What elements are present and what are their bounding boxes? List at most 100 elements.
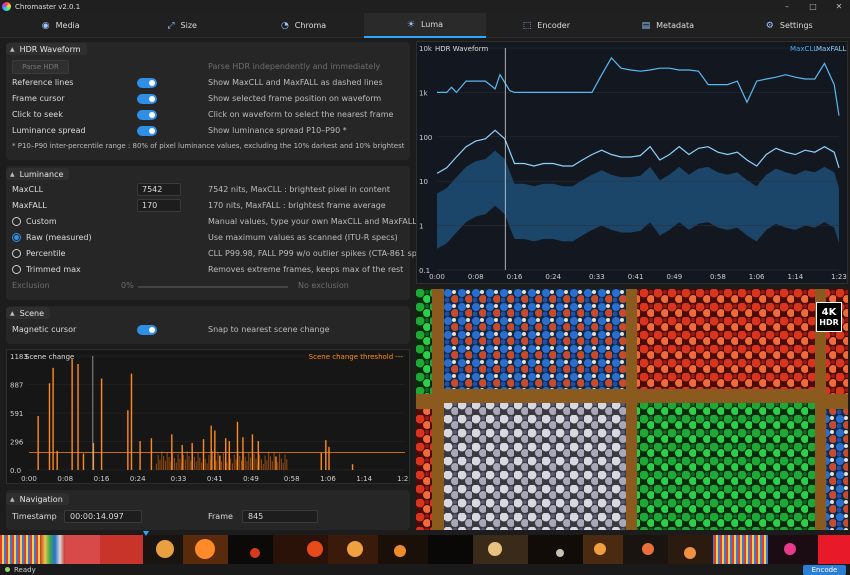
scene-header[interactable]: ▲ Scene	[6, 307, 51, 319]
y-tick-label: 100	[419, 134, 432, 142]
scene-bar-noise	[270, 456, 272, 470]
frame-cursor-label: Frame cursor	[12, 94, 65, 103]
tab-label: Settings	[779, 21, 813, 30]
x-tick-label: 1:23	[831, 273, 847, 281]
scene-bar	[71, 359, 73, 470]
scene-bar-noise	[273, 452, 275, 470]
percentile-desc: CLL P99.98, FALL P99 w/o outlier spikes …	[208, 249, 434, 258]
x-tick-label: 0:49	[666, 273, 682, 281]
reference-lines-desc: Show MaxCLL and MaxFALL as dashed lines	[208, 78, 383, 87]
hdr-waveform-header[interactable]: ▲ HDR Waveform	[6, 43, 87, 55]
frame-field[interactable]: 845	[242, 510, 318, 523]
hdr-waveform-plot[interactable]: 10k1k1001010.10:00 0:08 0:16 0:24 0:33 0:41 0:…	[417, 42, 847, 283]
x-tick-label: 0:24	[545, 273, 561, 281]
scene-bar-noise	[173, 457, 175, 470]
scene-bar	[251, 434, 254, 470]
scene-bar	[181, 444, 183, 470]
raw-measured-radio[interactable]	[12, 233, 21, 242]
scene-bar-noise	[161, 451, 163, 470]
luminance-spread-desc: Show luminance spread P10–P90 *	[208, 126, 347, 135]
magnetic-cursor-desc: Snap to nearest scene change	[208, 325, 330, 334]
scene-bar-noise	[253, 453, 255, 470]
scene-bar-noise	[204, 458, 206, 470]
scene-bar	[37, 416, 39, 470]
magnetic-cursor-toggle[interactable]	[137, 325, 157, 335]
maxfall-field[interactable]: 170	[137, 199, 181, 212]
frame-position-marker[interactable]	[143, 531, 149, 536]
scene-bar-noise	[268, 451, 270, 470]
luminance-header[interactable]: ▲ Luminance	[6, 168, 70, 180]
trimmed-max-desc: Removes extreme frames, keeps max of the…	[208, 265, 404, 274]
badge-4k: 4K	[821, 307, 837, 318]
maxcll-field[interactable]: 7542	[137, 183, 181, 196]
tab-label: Luma	[420, 20, 444, 29]
timestamp-field[interactable]: 00:00:14.097	[64, 510, 142, 523]
tab-encoder[interactable]: ⬚ Encoder	[486, 13, 607, 38]
legend-maxfall: MaxFALL	[816, 45, 847, 53]
parse-hdr-desc: Parse HDR independently and immediately	[208, 62, 381, 71]
status-text: Ready	[14, 565, 36, 574]
scene-bar-noise	[235, 459, 237, 470]
y-tick-label: 1	[419, 223, 423, 231]
tab-media[interactable]: ◉ Media	[0, 13, 121, 38]
x-tick-label: 1:14	[788, 273, 804, 281]
trimmed-max-radio[interactable]	[12, 265, 21, 274]
x-tick-label: 0:41	[207, 475, 223, 483]
custom-radio[interactable]	[12, 217, 21, 226]
tab-metadata[interactable]: ▤ Metadata	[607, 13, 728, 38]
tab-bar: ◉ Media ⤢ Size ◔ Chroma ☀ Luma ⬚ Encoder ▤ Met…	[0, 13, 850, 38]
scene-bar	[325, 440, 327, 470]
scene-bar-noise	[197, 453, 199, 470]
y-tick-label: 296	[10, 438, 24, 446]
filmstrip-thumbnails	[0, 535, 850, 564]
encode-button[interactable]: Encode	[803, 565, 846, 575]
x-tick-label: 1:06	[320, 475, 336, 483]
section-title: HDR Waveform	[19, 44, 81, 54]
tab-label: Chroma	[294, 21, 327, 30]
navigation-header[interactable]: ▲ Navigation	[6, 493, 69, 505]
settings-icon: ⚙	[765, 20, 774, 31]
section-title: Luminance	[19, 169, 64, 179]
scene-bar-noise	[175, 462, 177, 470]
tab-luma[interactable]: ☀ Luma	[364, 13, 486, 38]
tab-settings[interactable]: ⚙ Settings	[729, 13, 850, 38]
scene-bar-noise	[215, 460, 217, 470]
x-tick-label: 0:33	[589, 273, 605, 281]
percentile-radio[interactable]	[12, 249, 21, 258]
scene-bar-noise	[183, 454, 185, 470]
scene-bar-noise	[282, 463, 284, 470]
parse-hdr-button[interactable]: Parse HDR	[12, 60, 69, 74]
x-tick-label: 0:00	[21, 475, 37, 483]
minimize-icon[interactable]: –	[778, 0, 796, 13]
reference-lines-toggle[interactable]	[137, 78, 157, 88]
click-to-seek-toggle[interactable]	[137, 110, 157, 120]
status-indicator-icon	[5, 567, 10, 572]
scene-bar-noise	[177, 454, 179, 470]
tab-size[interactable]: ⤢ Size	[121, 13, 242, 38]
scene-bar-noise	[201, 462, 203, 470]
maxfall-desc: 170 nits, MaxFALL : brightest frame aver…	[208, 201, 386, 210]
scene-bar-noise	[221, 461, 223, 470]
scene-bar-noise	[239, 455, 241, 470]
frame-cursor-toggle[interactable]	[137, 94, 157, 104]
maximize-icon[interactable]: □	[804, 0, 822, 13]
metadata-icon: ▤	[641, 20, 651, 31]
exclusion-slider[interactable]	[138, 286, 288, 288]
collapse-icon: ▲	[10, 495, 15, 503]
legend-maxcll: MaxCLL	[790, 45, 817, 53]
tab-chroma[interactable]: ◔ Chroma	[243, 13, 364, 38]
scene-bar-noise	[186, 451, 188, 470]
percentile-label: Percentile	[26, 249, 66, 258]
filmstrip[interactable]	[0, 535, 850, 564]
status-bar: Ready Encode	[0, 564, 850, 575]
scene-bar	[48, 383, 51, 470]
close-icon[interactable]: ✕	[830, 0, 848, 13]
scene-bar	[275, 456, 277, 470]
collapse-icon: ▲	[10, 45, 15, 53]
hdr-waveform-chart[interactable]: 10k 1k 100 10 1 0.1 0:00 0:08 0:16 0:24 0:33 0:41 0:…	[416, 41, 848, 284]
scene-bar	[139, 441, 141, 470]
scene-bar	[150, 438, 153, 470]
luminance-spread-toggle[interactable]	[137, 126, 157, 136]
scene-change-plot[interactable]: 11838875912960.00:00 0:08 0:16 0:24 0:33 0:41…	[7, 350, 413, 483]
scene-change-chart[interactable]: 1183 887 591 296 0.0 0:00 0:08 0:16 0:24 0:33 0:41…	[6, 349, 413, 484]
